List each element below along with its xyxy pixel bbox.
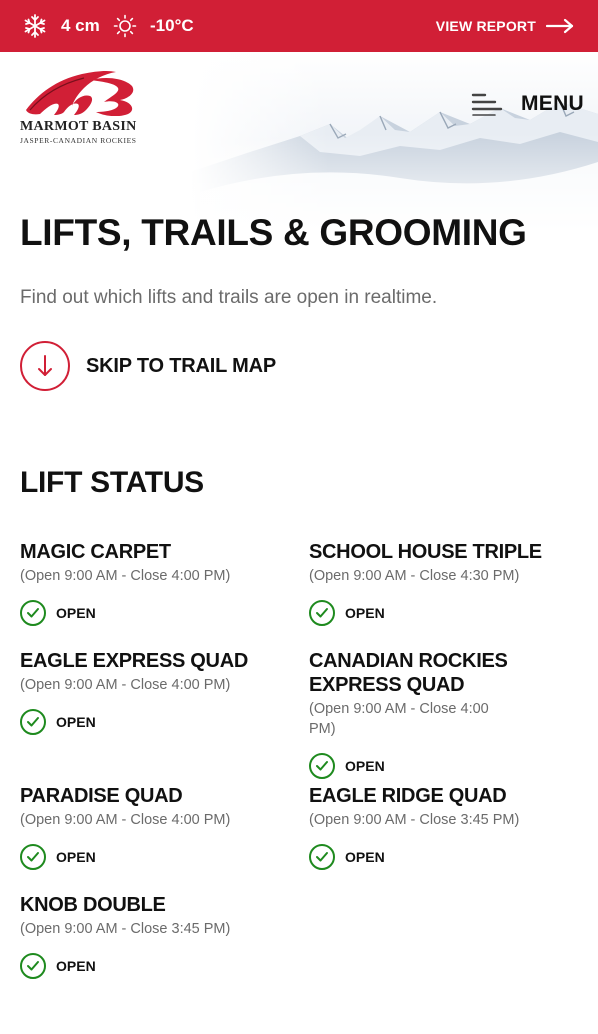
lift-status: OPEN [309,844,589,870]
page-intro: Find out which lifts and trails are open… [20,287,438,308]
lift-name: EAGLE RIDGE QUAD [309,785,507,807]
lift-hours: (Open 9:00 AM - Close 4:30 PM) [309,568,520,584]
snowflake-icon [22,13,48,39]
lift-name: PARADISE QUAD [20,785,183,807]
conditions-bar: 4 cm -10°C VIEW REPORT [0,0,598,52]
lift-status-label: OPEN [345,605,385,621]
lift-item: SCHOOL HOUSE TRIPLE (Open 9:00 AM - Clos… [309,540,589,626]
lift-hours: (Open 9:00 AM - Close 4:00 PM) [309,701,489,737]
check-circle-icon [20,600,46,626]
lift-name: MAGIC CARPET [20,541,171,563]
lift-status: OPEN [20,953,300,979]
snowfall-reading: 4 cm [22,0,100,52]
arrow-right-icon [546,18,574,34]
marmot-basin-logo[interactable]: MARMOT BASIN JASPER-CANADIAN ROCKIES [20,66,150,145]
lift-name: KNOB DOUBLE [20,894,166,916]
view-report-link[interactable]: VIEW REPORT [436,0,574,52]
lift-status: OPEN [20,844,300,870]
temperature-reading: -10°C [113,0,194,52]
lift-name: SCHOOL HOUSE TRIPLE [309,541,542,563]
lift-name: CANADIAN ROCKIES EXPRESS QUAD [309,650,508,696]
sun-icon [113,14,137,38]
lift-item: KNOB DOUBLE (Open 9:00 AM - Close 3:45 P… [20,893,300,979]
check-circle-icon [20,844,46,870]
lift-status-heading: LIFT STATUS [20,466,204,499]
temperature-value: -10°C [150,16,194,35]
lift-item: CANADIAN ROCKIES EXPRESS QUAD (Open 9:00… [309,649,519,779]
check-circle-icon [309,844,335,870]
arrow-down-icon [20,341,70,391]
lift-name: EAGLE EXPRESS QUAD [20,650,248,672]
check-circle-icon [309,753,335,779]
lift-status: OPEN [309,600,589,626]
lift-hours: (Open 9:00 AM - Close 4:00 PM) [20,812,231,828]
lift-status: OPEN [20,600,300,626]
lift-hours: (Open 9:00 AM - Close 3:45 PM) [309,812,520,828]
check-circle-icon [20,953,46,979]
lift-status-label: OPEN [56,714,96,730]
menu-button[interactable]: MENU [471,92,584,116]
lift-status-label: OPEN [56,605,96,621]
brand-tagline: JASPER-CANADIAN ROCKIES [20,136,137,145]
check-circle-icon [20,709,46,735]
lift-item: EAGLE EXPRESS QUAD (Open 9:00 AM - Close… [20,649,300,735]
lift-status: OPEN [309,753,519,779]
lift-status-label: OPEN [345,849,385,865]
lift-hours: (Open 9:00 AM - Close 4:00 PM) [20,677,231,693]
lift-hours: (Open 9:00 AM - Close 3:45 PM) [20,921,231,937]
lift-status-label: OPEN [56,849,96,865]
check-circle-icon [309,600,335,626]
brand-name: MARMOT BASIN [20,119,137,134]
lift-status-label: OPEN [56,958,96,974]
logo-mark [26,70,134,117]
view-report-label: VIEW REPORT [435,18,536,34]
lift-item: MAGIC CARPET (Open 9:00 AM - Close 4:00 … [20,540,300,626]
hamburger-icon [471,92,503,116]
lift-status: OPEN [20,709,300,735]
lift-item: EAGLE RIDGE QUAD (Open 9:00 AM - Close 3… [309,784,589,870]
snowfall-value: 4 cm [61,16,100,35]
page-title: LIFTS, TRAILS & GROOMING [20,212,527,253]
menu-label: MENU [520,92,584,115]
skip-to-trail-map-label: SKIP TO TRAIL MAP [86,354,276,377]
lift-status-label: OPEN [345,758,385,774]
lift-hours: (Open 9:00 AM - Close 4:00 PM) [20,568,231,584]
skip-to-trail-map-link[interactable]: SKIP TO TRAIL MAP [20,341,276,391]
lift-item: PARADISE QUAD (Open 9:00 AM - Close 4:00… [20,784,300,870]
